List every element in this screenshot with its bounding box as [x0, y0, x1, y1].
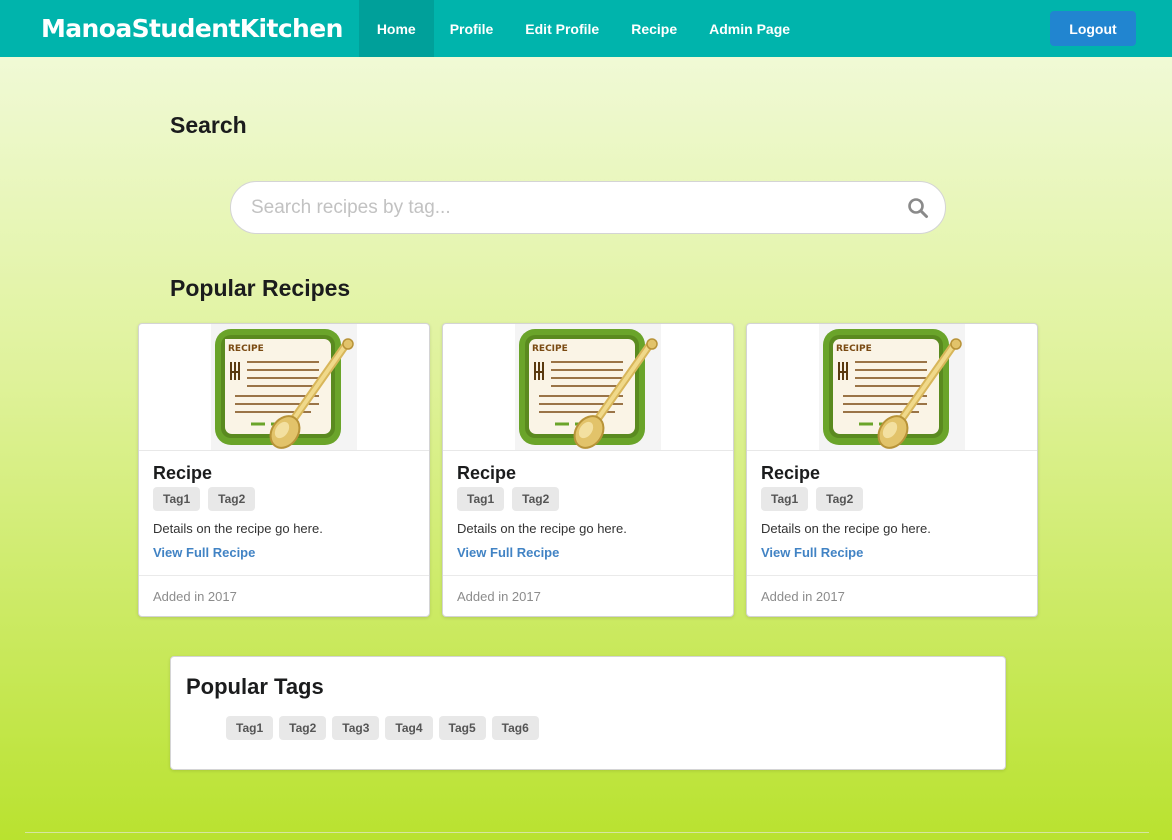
recipe-card[interactable]: RECIPE Recipe Tag1 Tag2 Details on the r…	[138, 323, 430, 617]
view-full-recipe-link[interactable]: View Full Recipe	[153, 545, 415, 560]
search-input[interactable]	[231, 196, 907, 219]
card-added-date: Added in 2017	[139, 575, 429, 616]
view-full-recipe-link[interactable]: View Full Recipe	[457, 545, 719, 560]
search-icon[interactable]	[907, 197, 929, 219]
card-tags: Tag1 Tag2	[153, 487, 415, 511]
footer-divider	[25, 832, 1149, 833]
svg-text:RECIPE: RECIPE	[228, 344, 264, 354]
nav-home[interactable]: Home	[358, 0, 434, 57]
recipe-card[interactable]: RECIPE Recipe Tag1 Tag2 Details on the r…	[442, 323, 734, 617]
svg-text:RECIPE: RECIPE	[532, 344, 568, 354]
card-title[interactable]: Recipe	[153, 463, 415, 483]
tag-label[interactable]: Tag2	[208, 487, 256, 511]
svg-text:RECIPE: RECIPE	[836, 344, 872, 354]
brand-logo[interactable]: ManoaStudentKitchen	[0, 0, 359, 57]
tag-label[interactable]: Tag4	[385, 716, 433, 740]
tag-label[interactable]: Tag2	[512, 487, 560, 511]
card-description: Details on the recipe go here.	[153, 521, 323, 536]
card-tags: Tag1 Tag2	[761, 487, 1023, 511]
tag-label[interactable]: Tag1	[226, 716, 274, 740]
card-content: Recipe Tag1 Tag2 Details on the recipe g…	[139, 451, 429, 560]
popular-tags-heading: Popular Tags	[186, 674, 324, 699]
popular-tags-panel: Popular Tags Tag1 Tag2 Tag3 Tag4 Tag5 Ta…	[170, 656, 1006, 770]
tag-label[interactable]: Tag6	[491, 716, 539, 740]
recipe-image[interactable]: RECIPE	[139, 324, 429, 451]
tag-label[interactable]: Tag1	[761, 487, 809, 511]
card-content: Recipe Tag1 Tag2 Details on the recipe g…	[747, 451, 1037, 560]
logout-button[interactable]: Logout	[1050, 11, 1136, 46]
view-full-recipe-link[interactable]: View Full Recipe	[761, 545, 1023, 560]
recipe-card[interactable]: RECIPE Recipe Tag1 Tag2 Details on the r…	[746, 323, 1038, 617]
card-added-date: Added in 2017	[443, 575, 733, 616]
tag-label[interactable]: Tag1	[153, 487, 201, 511]
tag-label[interactable]: Tag1	[457, 487, 505, 511]
tag-label[interactable]: Tag2	[816, 487, 864, 511]
tag-label[interactable]: Tag2	[279, 716, 327, 740]
nav-recipe[interactable]: Recipe	[615, 0, 693, 57]
nav-profile[interactable]: Profile	[434, 0, 510, 57]
popular-tags-list: Tag1 Tag2 Tag3 Tag4 Tag5 Tag6	[226, 716, 539, 740]
card-title[interactable]: Recipe	[457, 463, 719, 483]
card-title[interactable]: Recipe	[761, 463, 1023, 483]
nav-admin-page[interactable]: Admin Page	[693, 0, 806, 57]
top-navbar: ManoaStudentKitchen Home Profile Edit Pr…	[0, 0, 1172, 57]
search-bar[interactable]	[230, 181, 946, 234]
card-content: Recipe Tag1 Tag2 Details on the recipe g…	[443, 451, 733, 560]
popular-recipes-heading: Popular Recipes	[170, 275, 351, 301]
recipe-card-illustration: RECIPE	[211, 324, 357, 450]
recipe-card-illustration: RECIPE	[819, 324, 965, 450]
card-description: Details on the recipe go here.	[457, 521, 627, 536]
card-added-date: Added in 2017	[747, 575, 1037, 616]
tag-label[interactable]: Tag5	[438, 716, 486, 740]
recipe-image[interactable]: RECIPE	[747, 324, 1037, 451]
card-tags: Tag1 Tag2	[457, 487, 719, 511]
nav-edit-profile[interactable]: Edit Profile	[509, 0, 615, 57]
recipe-card-illustration: RECIPE	[515, 324, 661, 450]
card-description: Details on the recipe go here.	[761, 521, 931, 536]
recipe-image[interactable]: RECIPE	[443, 324, 733, 451]
tag-label[interactable]: Tag3	[332, 716, 380, 740]
search-heading: Search	[170, 112, 247, 138]
